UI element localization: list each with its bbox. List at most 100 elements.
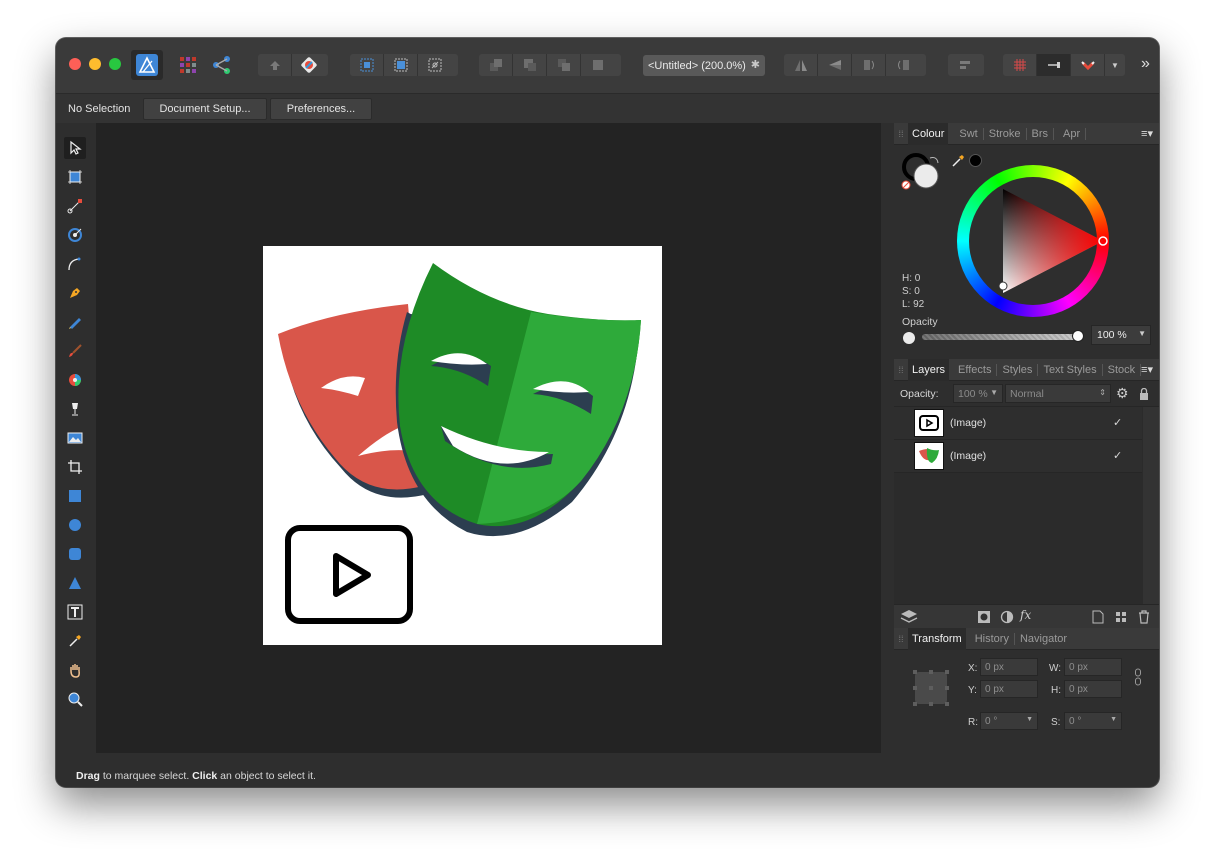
panel-menu-icon[interactable]: ≡▾ (1141, 127, 1153, 140)
grid-button[interactable] (1003, 54, 1037, 76)
y-position-input[interactable]: 0 px (980, 680, 1038, 698)
corner-tool[interactable] (64, 224, 86, 246)
rotate-right-button[interactable] (886, 54, 920, 76)
upload-button[interactable] (258, 54, 292, 76)
place-image-tool[interactable] (64, 427, 86, 449)
transparency-tool[interactable] (64, 398, 86, 420)
minimize-window-button[interactable] (89, 58, 101, 70)
group-layers-icon[interactable] (1115, 611, 1127, 623)
opacity-input[interactable]: 100 % ▼ (1091, 325, 1151, 345)
snapping-button[interactable] (1071, 54, 1105, 76)
pencil-icon (69, 318, 81, 329)
designer-persona-button[interactable] (131, 50, 163, 80)
canvas-area[interactable] (96, 123, 881, 753)
node-tool[interactable] (64, 195, 86, 217)
saturation-triangle[interactable] (957, 165, 1109, 317)
opacity-slider-handle[interactable] (1072, 330, 1084, 342)
height-input[interactable]: 0 px (1064, 680, 1122, 698)
layer-visibility-checkbox[interactable]: ✓ (1113, 449, 1122, 462)
tab-stroke[interactable]: Stroke (984, 127, 1027, 140)
layer-visibility-checkbox[interactable]: ✓ (1113, 416, 1122, 429)
rectangle-tool[interactable] (64, 485, 86, 507)
panel-menu-icon[interactable]: ≡▾ (1141, 363, 1153, 376)
transform-objects-button[interactable] (418, 54, 452, 76)
rounded-rectangle-tool[interactable] (64, 543, 86, 565)
tab-effects[interactable]: Effects (953, 363, 998, 376)
flip-vertical-button[interactable] (818, 54, 852, 76)
pencil-tool[interactable] (64, 311, 86, 333)
trash-icon[interactable] (1138, 610, 1150, 624)
tab-layers[interactable]: Layers (908, 358, 950, 381)
tab-colour[interactable]: Colour (908, 122, 949, 145)
artboard-tool[interactable] (64, 166, 86, 188)
document-setup-button[interactable]: Document Setup... (143, 98, 267, 120)
layer-row[interactable]: (Image) ✓ (894, 440, 1142, 473)
close-document-icon[interactable]: ✱ (751, 58, 760, 71)
tab-appearance[interactable]: Apr (1058, 127, 1087, 140)
pen-tool[interactable] (64, 282, 86, 304)
view-tool[interactable] (64, 659, 86, 681)
zoom-window-button[interactable] (109, 58, 121, 70)
move-back-one-button[interactable] (513, 54, 547, 76)
zoom-tool[interactable] (64, 688, 86, 710)
gear-icon[interactable]: ⚙ (1116, 385, 1129, 402)
mask-icon[interactable] (977, 610, 991, 624)
tab-stock[interactable]: Stock (1103, 363, 1142, 376)
tab-transform[interactable]: Transform (908, 627, 966, 650)
anchor-point-selector[interactable] (911, 668, 951, 708)
tab-styles[interactable]: Styles (997, 363, 1039, 376)
constraint-button[interactable] (1037, 54, 1071, 76)
move-to-back-button[interactable] (479, 54, 513, 76)
tab-navigator[interactable]: Navigator (1015, 633, 1072, 645)
fx-icon[interactable]: fx (1020, 608, 1031, 622)
move-to-front-button[interactable] (581, 54, 615, 76)
point-transform-tool[interactable] (64, 253, 86, 275)
adjustment-icon[interactable] (1000, 610, 1014, 624)
document-page[interactable] (263, 246, 662, 645)
select-bounds-button[interactable] (384, 54, 418, 76)
move-forward-one-button[interactable] (547, 54, 581, 76)
layer-opacity-input[interactable]: 100 % ▼ (953, 384, 1003, 403)
panel-grip-icon[interactable]: ⁞⁞ (894, 634, 908, 644)
color-picker-tool[interactable] (64, 630, 86, 652)
vector-brush-tool[interactable] (64, 340, 86, 362)
export-persona-button[interactable] (210, 54, 234, 76)
pixel-persona-button[interactable] (176, 54, 200, 76)
ellipse-tool[interactable] (64, 514, 86, 536)
toolbar-overflow-button[interactable]: » (1141, 55, 1150, 73)
link-icon[interactable] (1134, 668, 1142, 686)
panel-grip-icon[interactable]: ⁞⁞ (894, 365, 908, 375)
blend-mode-select[interactable]: Normal ⇕ (1005, 384, 1111, 403)
shear-input[interactable]: 0 ° ▼ (1064, 712, 1122, 730)
preferences-button[interactable]: Preferences... (270, 98, 372, 120)
artistic-text-tool[interactable] (64, 601, 86, 623)
select-all-button[interactable] (350, 54, 384, 76)
theatre-masks-image[interactable] (263, 246, 662, 645)
lock-icon[interactable] (1139, 388, 1149, 400)
rotate-left-button[interactable] (852, 54, 886, 76)
triangle-tool[interactable] (64, 572, 86, 594)
layer-row[interactable]: (Image) ✓ (894, 407, 1142, 440)
tab-swatches[interactable]: Swt (954, 127, 984, 140)
layers-stack-icon[interactable] (900, 609, 918, 625)
rotation-input[interactable]: 0 ° ▼ (980, 712, 1038, 730)
fill-tool[interactable] (64, 369, 86, 391)
tab-history[interactable]: History (970, 632, 1015, 645)
flip-horizontal-button[interactable] (784, 54, 818, 76)
opacity-slider[interactable] (922, 334, 1082, 340)
tab-text-styles[interactable]: Text Styles (1038, 363, 1103, 376)
layers-scrollbar[interactable] (1143, 407, 1159, 604)
close-window-button[interactable] (69, 58, 81, 70)
assistant-button[interactable] (292, 54, 326, 76)
tab-brushes[interactable]: Brs (1027, 127, 1055, 140)
x-position-input[interactable]: 0 px (980, 658, 1038, 676)
snapping-options-dropdown[interactable]: ▼ (1105, 54, 1125, 76)
document-tab[interactable]: <Untitled> (200.0%) ✱ (643, 55, 765, 76)
align-button[interactable] (948, 54, 982, 76)
move-tool[interactable] (64, 137, 86, 159)
panel-grip-icon[interactable]: ⁞⁞ (894, 129, 908, 139)
text-icon (67, 604, 83, 620)
width-input[interactable]: 0 px (1064, 658, 1122, 676)
new-layer-icon[interactable] (1092, 610, 1104, 624)
crop-tool[interactable] (64, 456, 86, 478)
